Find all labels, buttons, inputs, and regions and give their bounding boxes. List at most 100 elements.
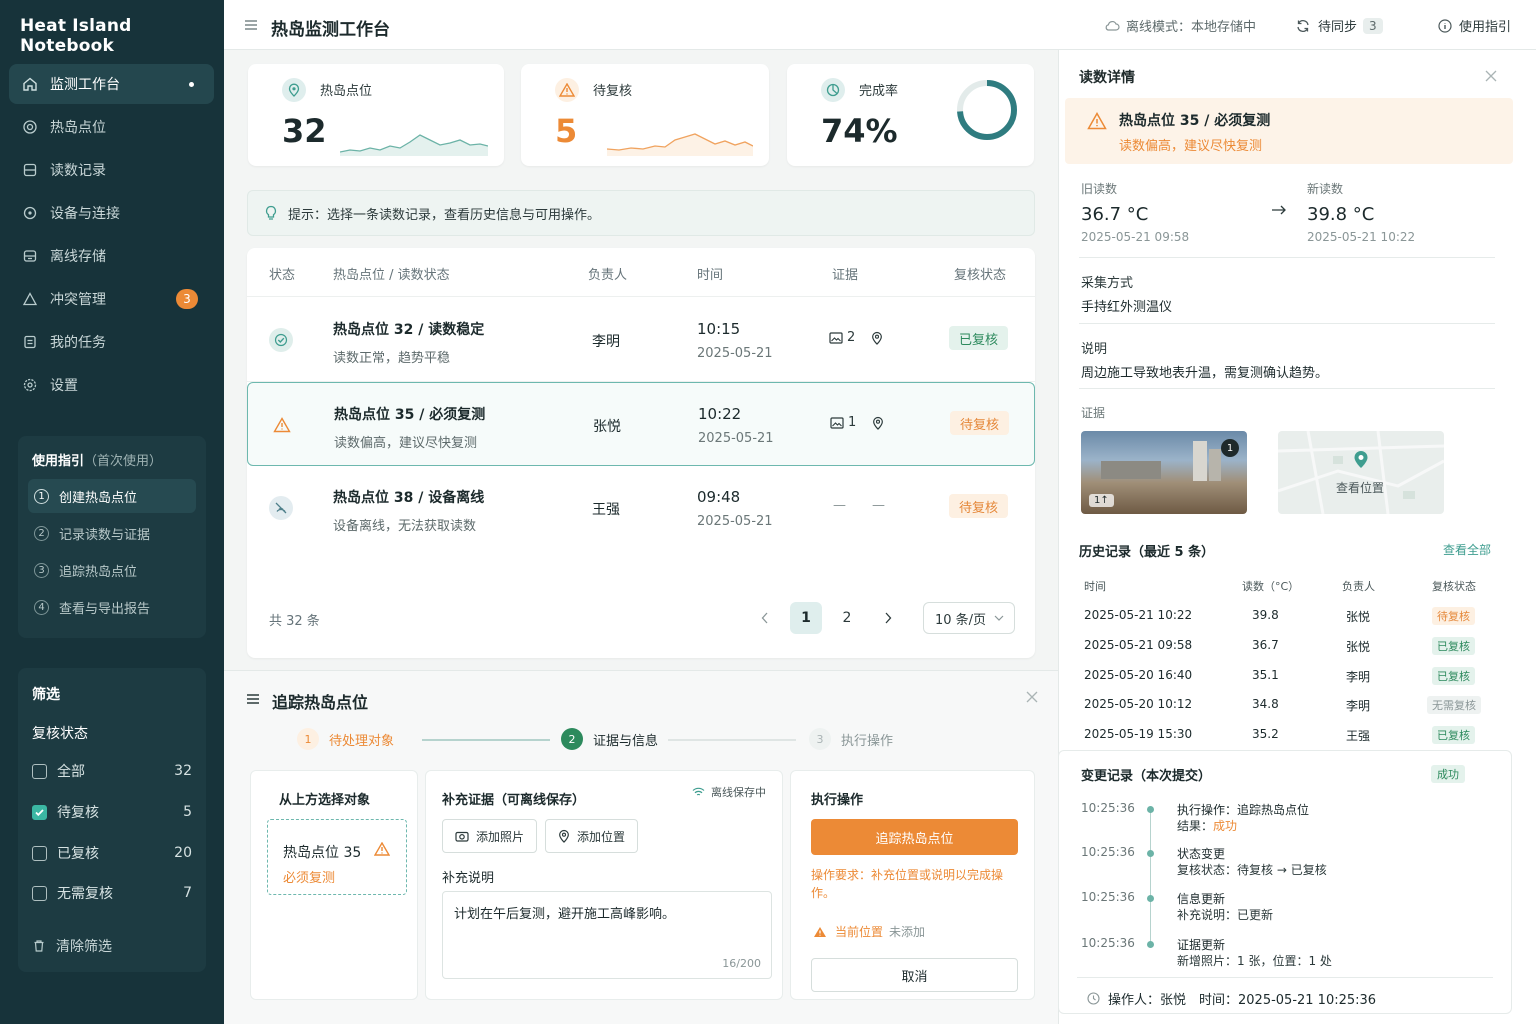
filter-option-all[interactable]: 全部 32: [32, 760, 192, 782]
sidebar-item-workbench[interactable]: 监测工作台: [9, 64, 214, 104]
stat-label: 待复核: [593, 84, 633, 99]
status-badge: 已复核: [949, 326, 1009, 350]
image-icon[interactable]: [830, 416, 844, 429]
sidebar-item-conflicts[interactable]: 冲突管理 3: [9, 279, 214, 319]
stat-label: 完成率: [859, 84, 899, 99]
sidebar-item-settings[interactable]: 设置: [9, 365, 214, 405]
progress-step-2[interactable]: 2 证据与信息: [561, 728, 658, 750]
stat-value: 74%: [821, 112, 898, 150]
change-title: 证据更新: [1177, 938, 1226, 952]
stat-label: 热岛点位: [320, 84, 373, 99]
offline-mode-indicator: 离线模式：本地存储中: [1104, 16, 1256, 35]
checkbox[interactable]: [32, 885, 47, 901]
filter-option-count: 20: [174, 845, 192, 861]
evidence-panel: 补充证据（可离线保存） 离线保存中 添加照片 添加位置 补充说明 计划在午后复测…: [425, 770, 783, 1000]
row-owner: 王强: [592, 502, 620, 518]
status-badge: 待复核: [949, 494, 1009, 518]
history-column-header: 负责人: [1342, 580, 1375, 593]
location-pin-icon[interactable]: [872, 416, 884, 430]
progress-step-1[interactable]: 1 待处理对象: [297, 728, 394, 750]
page-title: 热岛监测工作台: [271, 20, 390, 40]
add-photo-button[interactable]: 添加照片: [442, 819, 538, 853]
change-detail-label: 新增照片：: [1177, 954, 1238, 968]
cancel-button[interactable]: 取消: [811, 958, 1018, 992]
checkbox[interactable]: [32, 845, 47, 861]
clear-filter-button[interactable]: 清除筛选: [32, 936, 112, 956]
close-icon[interactable]: [1026, 691, 1038, 703]
timeline-dot: [1147, 806, 1154, 813]
menu-icon[interactable]: [244, 18, 258, 32]
location-map-thumbnail[interactable]: 查看位置: [1278, 431, 1444, 514]
filter-option-pending[interactable]: 待复核 5: [32, 801, 192, 823]
gear-icon: [21, 376, 39, 394]
history-row[interactable]: 2025-05-21 10:22 39.8 张悦 待复核: [1058, 600, 1536, 630]
not-added-label: 未添加: [889, 925, 926, 939]
table-row-selected[interactable]: 热岛点位 35 / 必须复测 读数偏高，建议尽快复测 张悦 10:22 2025…: [247, 382, 1035, 466]
table-row[interactable]: 热岛点位 32 / 读数稳定 读数正常，趋势平稳 李明 10:15 2025-0…: [247, 298, 1035, 382]
column-header: 热岛点位 / 读数状态: [333, 268, 450, 283]
current-location-label: 当前位置: [835, 925, 884, 939]
checkbox[interactable]: [32, 763, 47, 779]
history-row[interactable]: 2025-05-19 15:30 35.2 王强 已复核: [1058, 719, 1536, 749]
column-header: 时间: [697, 268, 724, 283]
selected-object-card[interactable]: 热岛点位 35 必须复测: [267, 819, 407, 895]
requirement-text: 操作要求：补充位置或说明以完成操作。: [811, 868, 1004, 900]
table-row[interactable]: 热岛点位 38 / 设备离线 设备离线，无法获取读数 王强 09:48 2025…: [247, 466, 1035, 550]
detail-title: 读数详情: [1079, 70, 1135, 86]
sync-status-button[interactable]: 待同步 3: [1296, 16, 1383, 35]
column-header: 状态: [269, 268, 296, 283]
note-text: 计划在午后复测，避开施工高峰影响。: [454, 907, 676, 922]
history-row[interactable]: 2025-05-21 09:58 36.7 张悦 已复核: [1058, 630, 1536, 660]
sidebar-item-readings[interactable]: 读数记录: [9, 150, 214, 190]
new-reading-value: 39.8 °C: [1307, 204, 1375, 225]
progress-step-3[interactable]: 3 执行操作: [809, 728, 893, 750]
status-badge: 待复核: [950, 411, 1010, 435]
current-location-status: 当前位置 未添加: [813, 923, 925, 940]
next-page-icon[interactable]: [872, 602, 904, 634]
guide-step-2[interactable]: 2 记录读数与证据: [28, 516, 196, 550]
guide-step-4[interactable]: 4 查看与导出报告: [28, 590, 196, 624]
page-size-select[interactable]: 10 条/页: [923, 602, 1015, 634]
sidebar-item-offline-storage[interactable]: 离线存储: [9, 236, 214, 276]
image-icon[interactable]: [829, 331, 843, 344]
change-time: 10:25:36: [1081, 801, 1135, 815]
sidebar-item-label: 监测工作台: [50, 77, 120, 93]
page-button-2[interactable]: 2: [831, 602, 863, 634]
sidebar-item-tasks[interactable]: 我的任务: [9, 322, 214, 362]
timeline-dot: [1147, 850, 1154, 857]
sidebar-item-label: 设备与连接: [50, 206, 120, 222]
filter-option-no-review[interactable]: 无需复核 7: [32, 882, 192, 904]
list-icon: [246, 693, 260, 705]
history-row[interactable]: 2025-05-20 10:12 34.8 李明 无需复核: [1058, 689, 1536, 719]
row-time: 10:15: [697, 320, 741, 338]
close-icon[interactable]: [1485, 70, 1497, 82]
filter-option-label: 已复核: [57, 846, 99, 862]
change-time: 10:25:36: [1081, 936, 1135, 950]
guide-step-3[interactable]: 3 追踪热岛点位: [28, 553, 196, 587]
sidebar: Heat Island Notebook 监测工作台 热岛点位 读数记录 设备与…: [0, 0, 224, 1024]
page-button-1[interactable]: 1: [790, 602, 822, 634]
filter-option-label: 无需复核: [57, 886, 113, 902]
filter-option-label: 全部: [57, 764, 85, 780]
checkbox-checked[interactable]: [32, 804, 47, 820]
track-hotspot-button[interactable]: 追踪热岛点位: [811, 819, 1018, 855]
note-textarea[interactable]: 计划在午后复测，避开施工高峰影响。 16/200: [442, 891, 772, 979]
app-name: Heat Island Notebook: [20, 16, 132, 56]
usage-guide-link[interactable]: 使用指引: [1438, 16, 1511, 35]
history-value: 36.7: [1252, 638, 1279, 652]
guide-step-1[interactable]: 1 创建热岛点位: [28, 479, 196, 513]
add-location-button[interactable]: 添加位置: [545, 819, 639, 853]
filter-option-reviewed[interactable]: 已复核 20: [32, 842, 192, 864]
location-pin-icon[interactable]: [871, 331, 883, 345]
timeline-dot: [1147, 941, 1154, 948]
evidence-photo[interactable]: 1 1↑: [1081, 431, 1247, 514]
column-header: 复核状态: [954, 268, 1007, 283]
prev-page-icon[interactable]: [749, 602, 781, 634]
change-title: 状态变更: [1177, 847, 1226, 861]
offline-save-label: 离线保存中: [711, 786, 766, 799]
view-all-link[interactable]: 查看全部: [1443, 541, 1491, 558]
history-row[interactable]: 2025-05-20 16:40 35.1 李明 已复核: [1058, 660, 1536, 690]
sidebar-item-devices[interactable]: 设备与连接: [9, 193, 214, 233]
sidebar-item-hotspots[interactable]: 热岛点位: [9, 107, 214, 147]
top-bar: 热岛监测工作台 离线模式：本地存储中 待同步 3 使用指引: [224, 0, 1536, 50]
